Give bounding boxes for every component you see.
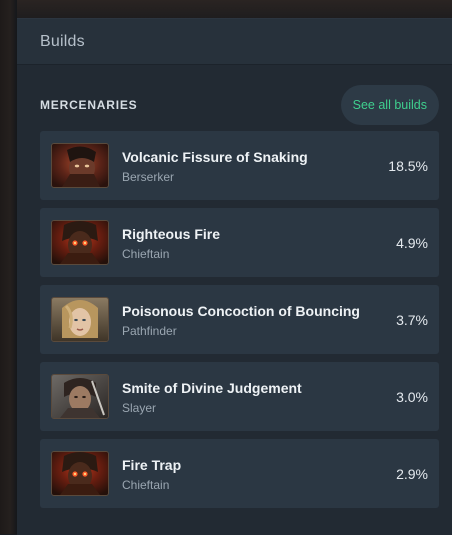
section-label: MERCENARIES [40,98,138,112]
panel-header: Builds [17,19,452,65]
build-class: Berserker [122,169,175,184]
build-class: Slayer [122,400,157,415]
berserker-portrait [51,143,109,188]
left-edge [0,0,17,534]
panel-title: Builds [40,32,85,50]
build-row[interactable]: Volcanic Fissure of Snaking Berserker 18… [40,131,439,200]
pathfinder-portrait [51,297,109,342]
build-row[interactable]: Righteous Fire Chieftain 4.9% [40,208,439,277]
builds-list: Volcanic Fissure of Snaking Berserker 18… [40,131,439,516]
build-percentage: 3.0% [396,388,428,405]
build-name: Volcanic Fissure of Snaking [122,148,308,165]
builds-panel: Builds MERCENARIES See all builds Volcan… [17,18,452,535]
build-name: Righteous Fire [122,225,221,242]
section-header: MERCENARIES See all builds [40,85,452,125]
chieftain-portrait [51,220,109,265]
build-percentage: 4.9% [396,234,428,251]
build-info: Volcanic Fissure of Snaking Berserker [122,148,308,184]
build-class: Chieftain [122,246,170,261]
build-row[interactable]: Fire Trap Chieftain 2.9% [40,439,439,508]
build-class: Pathfinder [122,323,177,338]
build-info: Fire Trap Chieftain [122,456,181,492]
see-all-builds-button[interactable]: See all builds [340,85,439,125]
build-percentage: 18.5% [388,157,428,174]
build-row[interactable]: Smite of Divine Judgement Slayer 3.0% [40,362,439,431]
build-row[interactable]: Poisonous Concoction of Bouncing Pathfin… [40,285,439,354]
build-info: Poisonous Concoction of Bouncing Pathfin… [122,302,360,338]
build-percentage: 3.7% [396,311,428,328]
build-name: Smite of Divine Judgement [122,379,302,396]
build-info: Smite of Divine Judgement Slayer [122,379,302,415]
build-name: Poisonous Concoction of Bouncing [122,302,360,319]
build-info: Righteous Fire Chieftain [122,225,220,261]
chieftain-portrait [51,451,109,496]
build-name: Fire Trap [122,456,182,473]
slayer-portrait [51,374,109,419]
build-percentage: 2.9% [396,465,428,482]
build-class: Chieftain [122,477,170,492]
